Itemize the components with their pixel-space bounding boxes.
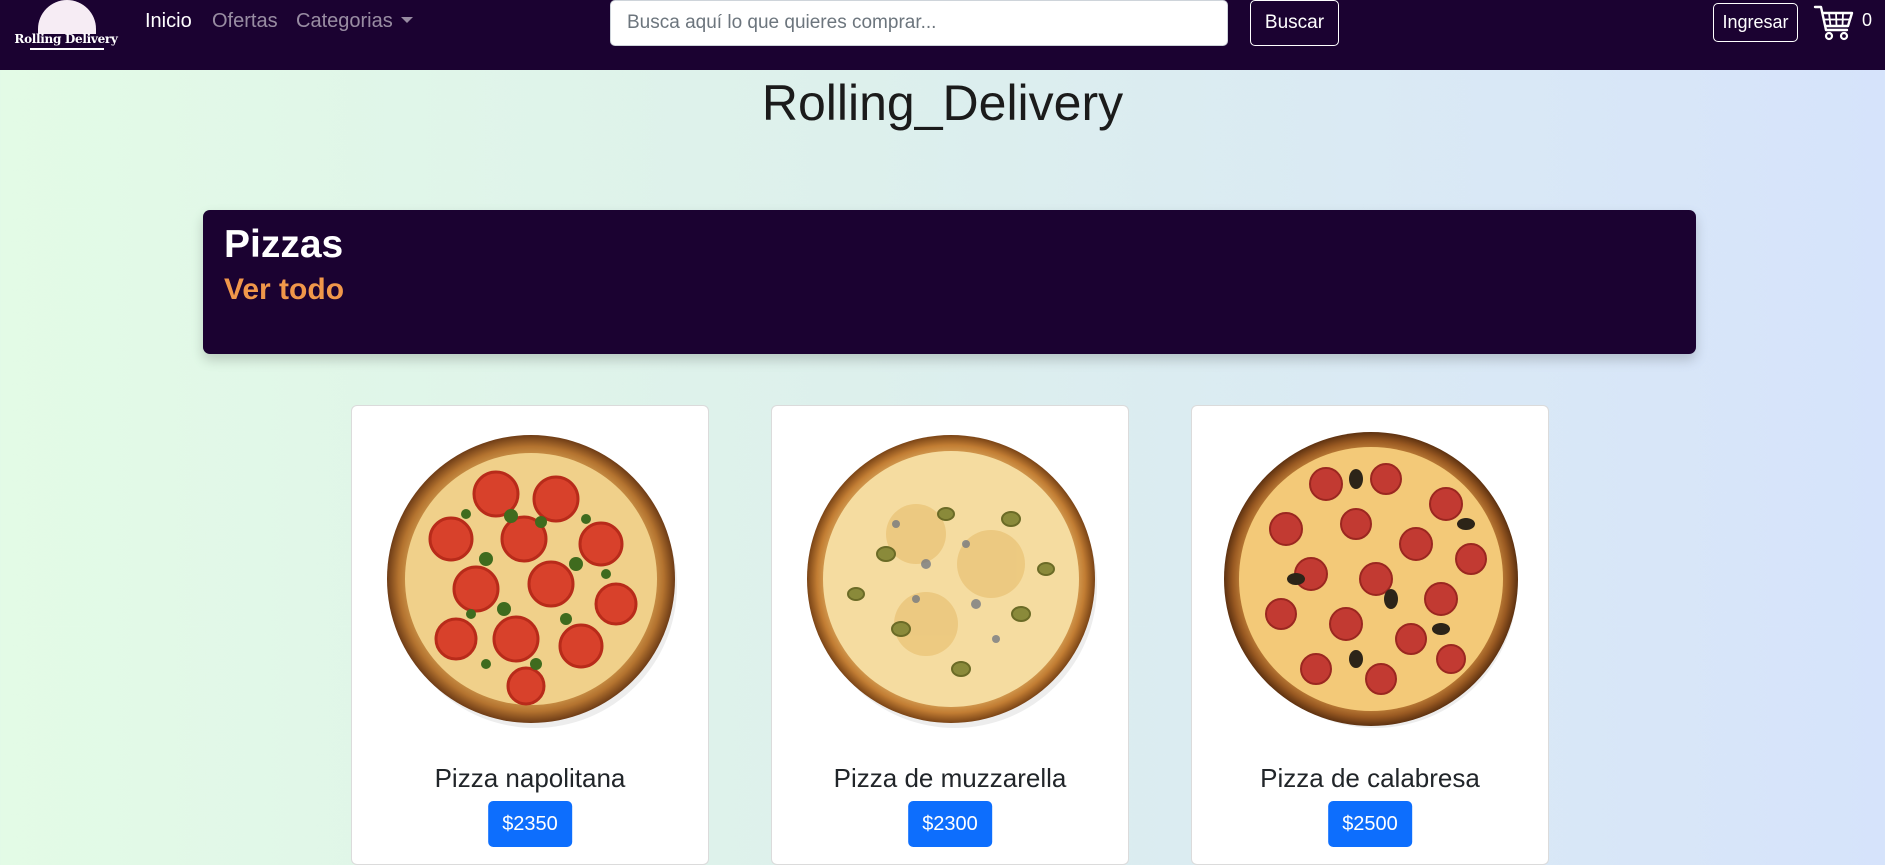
nav-link-ofertas[interactable]: Ofertas — [212, 10, 278, 33]
shopping-cart-icon[interactable] — [1813, 3, 1855, 43]
view-all-link[interactable]: Ver todo — [224, 273, 344, 307]
price-button[interactable]: $2500 — [1328, 801, 1412, 847]
pizza-muzzarella-image — [807, 435, 1097, 728]
page-title: Rolling_Delivery — [761, 75, 1124, 131]
product-card[interactable]: Pizza de muzzarella $2300 — [771, 405, 1129, 865]
price-button[interactable]: $2350 — [488, 801, 572, 847]
nav-dropdown-categorias[interactable]: Categorias — [296, 10, 413, 33]
logo-dome-icon — [38, 0, 96, 34]
product-card[interactable]: Pizza napolitana $2350 — [351, 405, 709, 865]
login-button[interactable]: Ingresar — [1713, 3, 1798, 42]
logo-underline — [30, 48, 104, 50]
navbar: Rolling Delivery Inicio Ofertas Categori… — [0, 0, 1885, 70]
logo-text: Rolling Delivery — [14, 32, 118, 46]
product-name: Pizza de calabresa — [1260, 763, 1480, 793]
caret-down-icon — [400, 17, 413, 23]
search-input[interactable] — [610, 0, 1228, 46]
cart-count-badge: 0 — [1862, 10, 1873, 30]
price-button[interactable]: $2300 — [908, 801, 992, 847]
pizza-calabresa-image — [1224, 432, 1518, 728]
product-card[interactable]: Pizza de calabresa $2500 — [1191, 405, 1549, 865]
brand-logo[interactable]: Rolling Delivery — [14, 0, 118, 56]
nav-link-inicio[interactable]: Inicio — [145, 10, 192, 33]
search-button[interactable]: Buscar — [1250, 0, 1339, 46]
nav-dropdown-label: Categorias — [296, 10, 393, 32]
pizza-napolitana-image — [387, 435, 677, 728]
category-title: Pizzas — [224, 223, 344, 266]
product-name: Pizza de muzzarella — [833, 763, 1067, 793]
category-header-pizzas: Pizzas Ver todo — [203, 210, 1696, 354]
product-name: Pizza napolitana — [434, 763, 626, 793]
